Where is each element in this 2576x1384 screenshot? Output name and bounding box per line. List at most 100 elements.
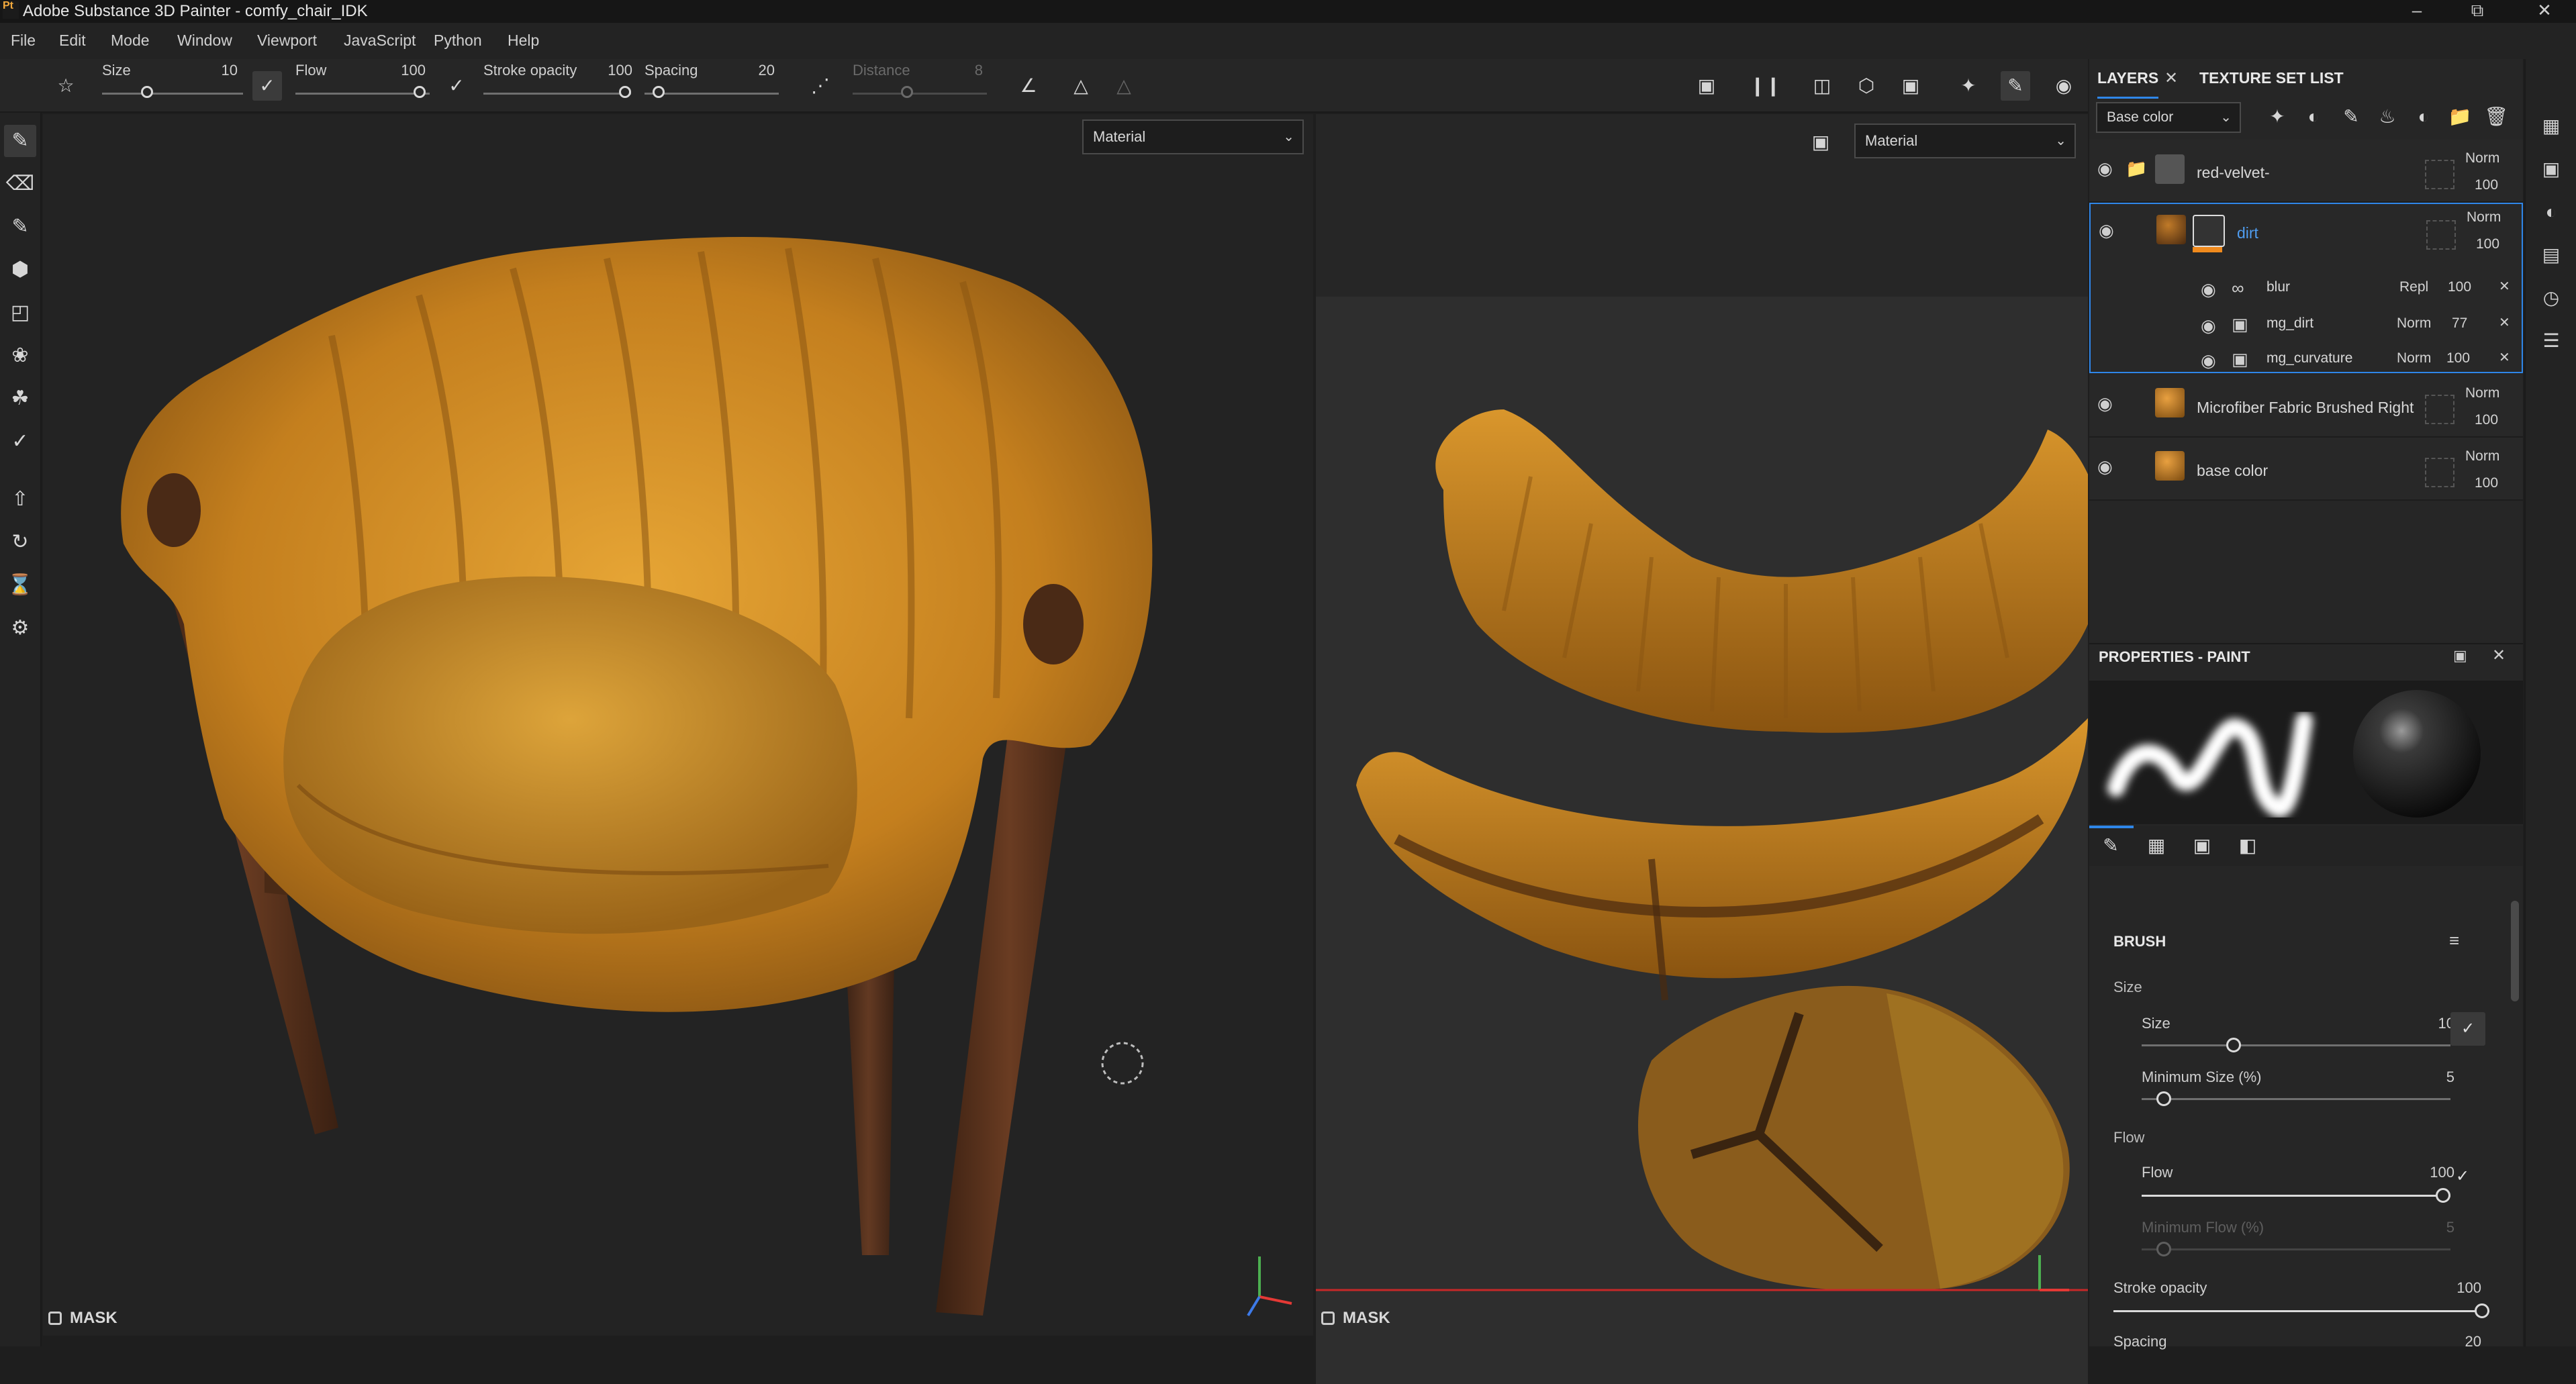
mask-toggle-3d[interactable]: MASK [48, 1309, 117, 1328]
symmetry-icon[interactable]: △ [1066, 71, 1096, 101]
minimize-icon[interactable]: – [2397, 0, 2437, 23]
opacity-value[interactable]: 100 [2475, 412, 2498, 428]
bake-icon[interactable]: ⇧ [4, 483, 36, 515]
size-value[interactable]: 10 [2412, 1015, 2454, 1032]
brush-preset-icon[interactable]: ☆ [51, 71, 81, 101]
opacity-value[interactable]: 100 [2475, 177, 2498, 193]
stroke-opacity-knob[interactable] [2475, 1303, 2489, 1318]
effect-blend[interactable]: Norm [2397, 315, 2431, 332]
remove-effect-icon[interactable]: ✕ [2499, 278, 2510, 295]
close-tab-icon[interactable]: ✕ [2164, 68, 2178, 88]
delete-layer-icon[interactable]: 🗑 [2481, 102, 2511, 132]
brush-tab-icon[interactable]: ✎ [2096, 831, 2126, 860]
viewport-3d[interactable]: Material ⌄ MASK [43, 114, 1313, 1336]
paint-brush-icon[interactable]: ✎ [4, 125, 36, 157]
angle-icon[interactable]: ∠ [1014, 71, 1043, 101]
toolbar-flow-slider[interactable] [295, 93, 430, 95]
min-size-knob[interactable] [2156, 1091, 2171, 1106]
channel-select[interactable]: Base color ⌄ [2096, 102, 2241, 133]
tab-layers[interactable]: LAYERS [2097, 59, 2159, 99]
close-panel-icon[interactable]: ✕ [2492, 646, 2506, 665]
effect-opacity[interactable]: 77 [2452, 315, 2467, 332]
toolbar-stroke-knob[interactable] [619, 86, 631, 98]
eye-icon[interactable]: ◉ [2097, 158, 2113, 179]
shader-settings-icon[interactable]: ◐ [2538, 199, 2565, 226]
hourglass-icon[interactable]: ⌛ [4, 569, 36, 601]
menu-edit[interactable]: Edit [59, 32, 86, 50]
texture-set-settings-icon[interactable]: ▦ [2538, 113, 2565, 140]
blend-mode-select[interactable]: Norm [2465, 448, 2499, 464]
layer-row-dirt[interactable]: ◉ dirt Norm 100 ◉ ∞ blur Repl 100 ✕ ◉ ▣ … [2089, 203, 2523, 373]
blend-mode-select[interactable]: Norm [2465, 385, 2499, 401]
eye-icon[interactable]: ◉ [2097, 393, 2113, 414]
size-knob[interactable] [2226, 1038, 2241, 1052]
viewport-2d-mode-select[interactable]: Material ⌄ [1854, 123, 2076, 158]
scene-icon[interactable]: ⚙ [4, 612, 36, 644]
toolbar-stroke-value[interactable]: 100 [589, 62, 632, 79]
clone-stamp-icon[interactable]: ☘ [4, 383, 36, 415]
color-picker-icon[interactable]: ✓ [4, 426, 36, 458]
display-settings-icon[interactable]: ▣ [2538, 156, 2565, 183]
mask-toggle-2d[interactable]: MASK [1321, 1309, 1390, 1328]
uv-options-icon[interactable]: ▣ [1806, 128, 1835, 157]
opacity-value[interactable]: 100 [2475, 475, 2498, 491]
size-pressure-icon[interactable]: ✓ [252, 71, 282, 101]
eye-icon[interactable]: ◉ [2201, 350, 2216, 371]
blend-mode-select[interactable]: Norm [2467, 209, 2501, 226]
add-paint-layer-icon[interactable]: ✎ [2336, 102, 2366, 132]
effect-row-mg-curvature[interactable]: ◉ ▣ mg_curvature Norm 100 ✕ [2091, 342, 2524, 373]
toolbar-flow-knob[interactable] [414, 86, 426, 98]
flow-value[interactable]: 100 [2412, 1164, 2454, 1181]
smart-material-icon[interactable]: ◐ [2409, 102, 2438, 132]
viewport-2d[interactable]: ▣ Material ⌄ MASK [1316, 114, 2088, 1384]
cube-icon[interactable]: ⬡ [1852, 71, 1881, 101]
toolbar-stroke-slider[interactable] [483, 93, 631, 95]
mask-slot[interactable] [2425, 458, 2454, 487]
effect-blend[interactable]: Repl [2399, 279, 2428, 295]
blend-mode-select[interactable]: Norm [2465, 150, 2499, 166]
mirror-icon[interactable]: △ [1109, 71, 1139, 101]
mask-thumbnail[interactable] [2193, 215, 2225, 247]
remove-effect-icon[interactable]: ✕ [2499, 314, 2510, 331]
eye-icon[interactable]: ◉ [2201, 315, 2216, 336]
close-icon[interactable]: ✕ [2524, 0, 2565, 23]
paint-mode-icon[interactable]: ✎ [2001, 71, 2030, 101]
add-mask-icon[interactable]: ◐ [2299, 102, 2328, 132]
float-panel-icon[interactable]: ▣ [2453, 647, 2467, 664]
menu-javascript[interactable]: JavaScript [344, 32, 416, 50]
effect-blend[interactable]: Norm [2397, 350, 2431, 366]
effect-opacity[interactable]: 100 [2446, 350, 2470, 366]
pause-icon[interactable]: ❙❙ [1750, 71, 1781, 101]
spacing-value[interactable]: 20 [2438, 1333, 2481, 1350]
viewport-3d-mode-select[interactable]: Material ⌄ [1082, 119, 1304, 154]
eraser-icon[interactable]: ⌫ [4, 168, 36, 200]
brush-menu-icon[interactable]: ≡ [2449, 930, 2459, 951]
menu-window[interactable]: Window [177, 32, 232, 50]
menu-python[interactable]: Python [434, 32, 482, 50]
flow-pressure-icon[interactable]: ✓ [442, 71, 471, 101]
remove-effect-icon[interactable]: ✕ [2499, 349, 2510, 366]
restore-icon[interactable]: ⧉ [2457, 0, 2497, 23]
hide-icon[interactable]: ▣ [1692, 71, 1721, 101]
flow-pressure-icon[interactable]: ✓ [2456, 1167, 2469, 1186]
projection-icon[interactable]: ✎ [4, 211, 36, 243]
effect-opacity[interactable]: 100 [2448, 279, 2471, 295]
mask-checkbox-icon[interactable] [48, 1312, 62, 1325]
min-size-slider[interactable] [2142, 1098, 2450, 1100]
add-folder-icon[interactable]: 📁 [2445, 102, 2475, 132]
min-size-value[interactable]: 5 [2412, 1069, 2454, 1086]
opacity-value[interactable]: 100 [2476, 236, 2499, 252]
stroke-opacity-slider[interactable] [2113, 1310, 2489, 1312]
polygon-fill-icon[interactable]: ⬢ [4, 254, 36, 286]
layer-row-red-velvet[interactable]: ◉ 📁 red-velvet- Norm 100 [2089, 140, 2523, 203]
menu-viewport[interactable]: Viewport [257, 32, 317, 50]
screenshot-icon[interactable]: ◉ [2049, 71, 2079, 101]
stencil-tab-icon[interactable]: ▣ [2187, 831, 2217, 860]
toolbar-spacing-knob[interactable] [653, 86, 665, 98]
toolbar-spacing-slider[interactable] [645, 93, 779, 95]
effect-row-blur[interactable]: ◉ ∞ blur Repl 100 ✕ [2091, 270, 2524, 306]
menu-mode[interactable]: Mode [111, 32, 150, 50]
mask-slot[interactable] [2425, 395, 2454, 424]
viewer-settings-icon[interactable]: ▤ [2538, 242, 2565, 268]
lazy-mouse-icon[interactable]: ⋰ [806, 71, 835, 101]
